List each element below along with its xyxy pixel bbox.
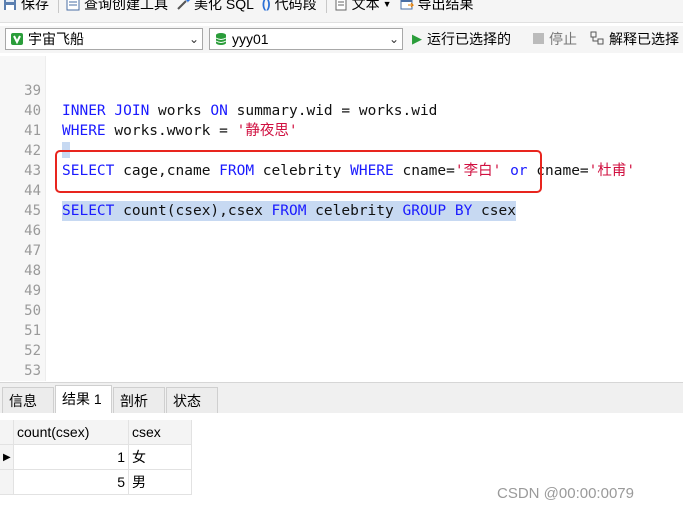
toolbar-separator [58, 0, 59, 13]
explain-selected-label: 解释已选择 [609, 31, 679, 47]
editor-line: 41 [0, 101, 683, 139]
line-number: 50 [24, 303, 41, 319]
beautify-sql-label: 美化 SQL [194, 0, 254, 12]
export-results-button[interactable]: 导出结果 [397, 0, 479, 12]
chevron-down-icon: ⌄ [388, 32, 400, 46]
tab-info[interactable]: 信息 [2, 387, 54, 413]
toolbar-separator [325, 0, 327, 13]
editor-line: 47 [0, 241, 683, 261]
current-row-icon: ▶ [3, 452, 11, 463]
line-number: 53 [24, 363, 41, 379]
connection-select[interactable]: 宇宙飞船 ⌄ [5, 28, 203, 50]
chevron-down-icon: ⌄ [188, 32, 200, 46]
save-icon [3, 0, 17, 11]
editor-line: 39 INNER JOIN works ON summary.wid = wor… [0, 61, 683, 119]
query-builder-icon [66, 0, 80, 11]
highlight-box [55, 150, 542, 193]
connection-value: 宇宙飞船 [28, 31, 84, 47]
database-icon [214, 32, 228, 46]
export-results-label: 导出结果 [417, 0, 474, 12]
editor-line: 40 WHERE works.wwork = '静夜思' [0, 81, 683, 139]
watermark: CSDN @00:00:0079 [497, 485, 634, 502]
explain-icon [590, 31, 604, 48]
code-snippet-button[interactable]: () 代码段 [259, 0, 322, 12]
run-selected-button[interactable]: ▶ 运行已选择的 [412, 29, 511, 49]
line-number: 47 [24, 243, 41, 259]
editor-line: 50 [0, 301, 683, 321]
document-icon [334, 0, 348, 11]
column-header[interactable]: count(csex) [14, 420, 129, 445]
stop-label: 停止 [549, 31, 577, 47]
row-indicator[interactable]: ▶ [0, 445, 14, 470]
database-value: yyy01 [232, 31, 269, 47]
tab-result-1[interactable]: 结果 1 [55, 385, 112, 414]
editor-line: 45 [0, 201, 683, 221]
tab-status[interactable]: 状态 [166, 387, 218, 413]
editor-line: 51 [0, 321, 683, 341]
row-indicator-header [0, 420, 14, 445]
save-button[interactable]: 保存 [0, 0, 54, 12]
svg-text:✦: ✦ [185, 0, 190, 5]
line-number: 48 [24, 263, 41, 279]
editor-line: 52 [0, 341, 683, 361]
magic-wand-icon: ✦ [176, 0, 191, 11]
editor-line: 49 [0, 281, 683, 301]
result-tabs: 信息 结果 1 剖析 状态 [0, 382, 683, 414]
export-icon [400, 0, 414, 11]
connection-icon [10, 32, 24, 46]
table-cell[interactable]: 男 [129, 470, 192, 495]
code-snippet-label: 代码段 [274, 0, 317, 12]
line-number: 45 [24, 203, 41, 219]
text-menu-label: 文本 [351, 0, 380, 12]
main-toolbar: 保存 查询创建工具 ✦ 美化 SQL () 代码段 文本 ▼ 导出结果 [0, 0, 683, 23]
run-selected-label: 运行已选择的 [427, 31, 511, 47]
play-icon: ▶ [412, 31, 422, 46]
explain-selected-button[interactable]: 解释已选择 [590, 29, 679, 49]
line-number: 52 [24, 343, 41, 359]
query-builder-button[interactable]: 查询创建工具 [63, 0, 173, 12]
beautify-sql-button[interactable]: ✦ 美化 SQL [173, 0, 259, 12]
database-select[interactable]: yyy01 ⌄ [209, 28, 403, 50]
query-builder-label: 查询创建工具 [84, 0, 168, 12]
line-number: 51 [24, 323, 41, 339]
column-header[interactable]: csex [129, 420, 192, 445]
row-indicator[interactable] [0, 470, 14, 495]
editor-line: 48 [0, 261, 683, 281]
sql-editor[interactable]: 39 INNER JOIN works ON summary.wid = wor… [0, 56, 683, 381]
line-number: 46 [24, 223, 41, 239]
stop-icon [533, 31, 544, 47]
editor-line: 53 [0, 361, 683, 381]
line-number: 44 [24, 183, 41, 199]
braces-icon: () [261, 0, 271, 11]
table-cell[interactable]: 5 [14, 470, 129, 495]
query-options-bar: 宇宙飞船 ⌄ yyy01 ⌄ ▶ 运行已选择的 停止 解释已选择 [0, 26, 683, 53]
line-number: 49 [24, 283, 41, 299]
table-cell[interactable]: 1 [14, 445, 129, 470]
stop-button[interactable]: 停止 [533, 29, 577, 49]
chevron-down-icon: ▼ [382, 0, 392, 9]
table-cell[interactable]: 女 [129, 445, 192, 470]
text-menu-button[interactable]: 文本 ▼ [331, 0, 397, 12]
save-label: 保存 [21, 0, 49, 12]
tab-profile[interactable]: 剖析 [113, 387, 165, 413]
editor-line: 42 SELECT cage,cname FROM celebrity WHER… [0, 121, 683, 179]
editor-line: 46 [0, 221, 683, 241]
